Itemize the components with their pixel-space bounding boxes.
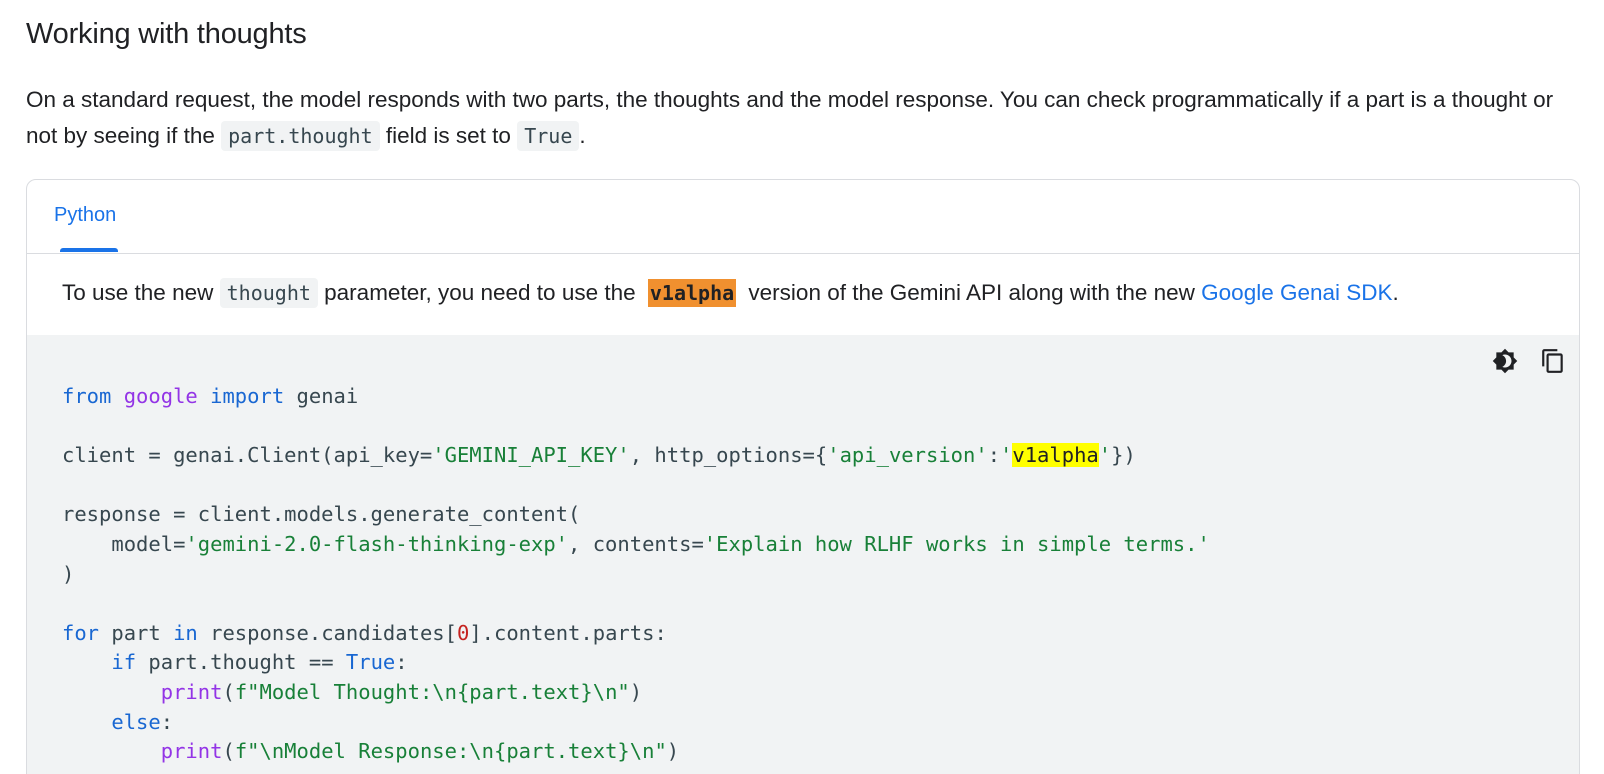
code-block: from google import genai client = genai.…	[27, 335, 1579, 774]
code-line: response = client.models.generate_conten…	[62, 502, 581, 527]
code-listing: from google import genai client = genai.…	[62, 382, 1210, 767]
tab-python[interactable]: Python	[54, 204, 116, 227]
dark-mode-icon[interactable]	[1491, 347, 1519, 375]
code-line: print(f"Model Thought:\n{part.text}\n")	[160, 679, 643, 704]
note-text-1: To use the new	[62, 280, 220, 305]
intro-text-2: field is set to	[379, 123, 518, 148]
intro-text-3: .	[579, 123, 586, 148]
inline-code-true: True	[517, 121, 580, 151]
code-toolbar	[1491, 347, 1567, 375]
intro-paragraph: On a standard request, the model respond…	[26, 82, 1578, 154]
google-genai-sdk-link[interactable]: Google Genai SDK	[1201, 280, 1392, 305]
code-line: )	[62, 561, 75, 586]
copy-icon[interactable]	[1539, 347, 1567, 375]
code-tabs-container: Python To use the new thought parameter,…	[26, 179, 1580, 774]
tab-bar: Python	[27, 180, 1579, 254]
note-text-4: .	[1392, 280, 1399, 305]
sdk-note-text: To use the new thought parameter, you ne…	[62, 278, 1399, 308]
code-line: else:	[111, 709, 174, 734]
code-line: model='gemini-2.0-flash-thinking-exp', c…	[62, 531, 1210, 556]
code-line: from google import genai	[62, 384, 359, 408]
code-line: if part.thought == True:	[111, 650, 408, 675]
note-text-2: parameter, you need to use the	[317, 280, 642, 305]
code-line: client = genai.Client(api_key='GEMINI_AP…	[62, 443, 1136, 468]
active-tab-indicator	[60, 248, 118, 252]
note-text-3: version of the Gemini API along with the…	[742, 280, 1202, 305]
code-line: for part in response.candidates[0].conte…	[62, 620, 667, 645]
inline-code-thought: thought	[219, 278, 318, 308]
code-line: print(f"\nModel Response:\n{part.text}\n…	[160, 739, 680, 764]
v1alpha-highlight: v1alpha	[647, 279, 737, 307]
sdk-note: To use the new thought parameter, you ne…	[27, 254, 1579, 335]
inline-code-part-thought: part.thought	[221, 121, 380, 151]
section-title: Working with thoughts	[26, 18, 307, 50]
